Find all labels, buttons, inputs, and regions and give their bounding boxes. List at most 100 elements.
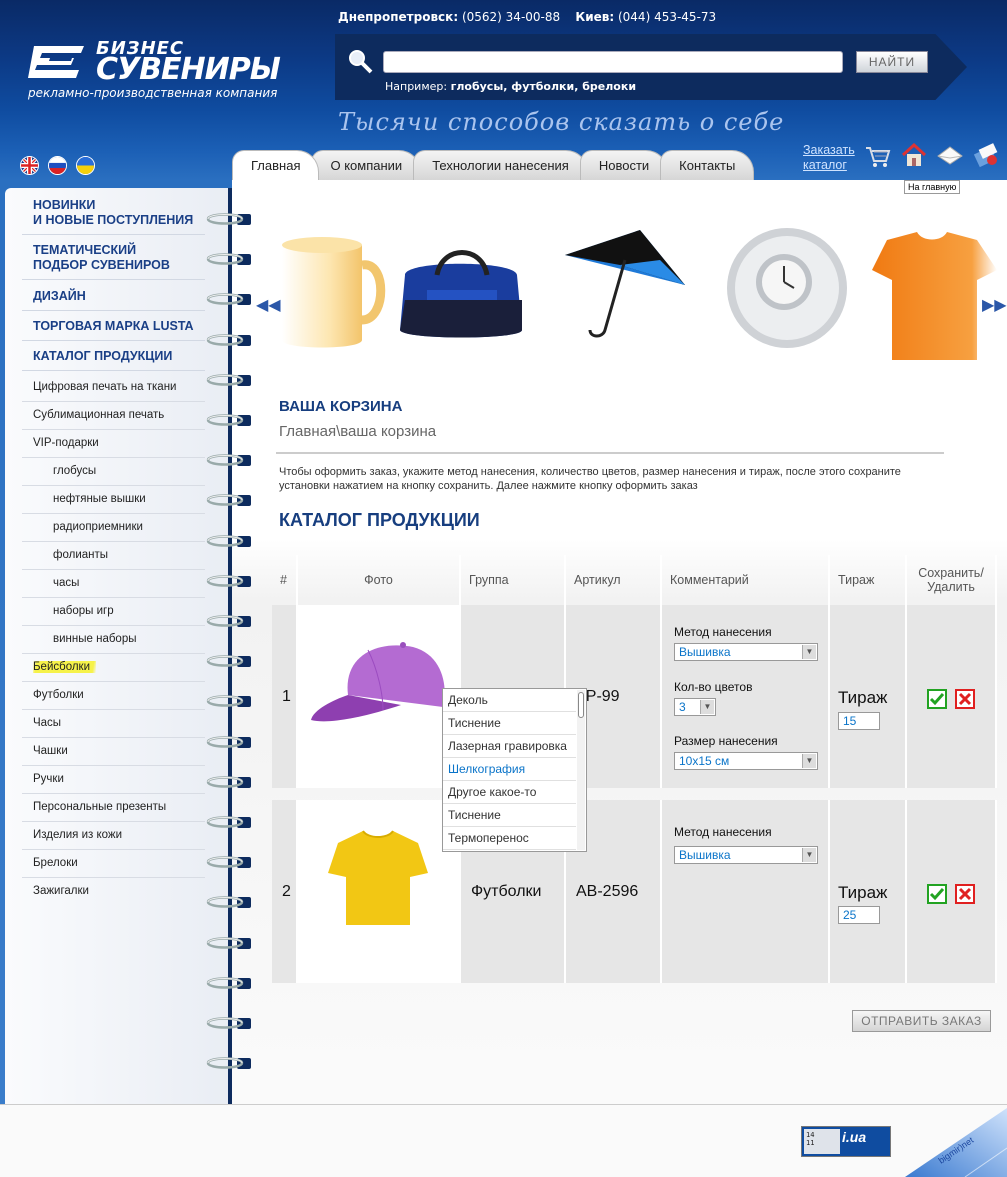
- sidebar-item-new[interactable]: НОВИНКИ И НОВЫЕ ПОСТУПЛЕНИЯ: [22, 198, 205, 235]
- send-order-button[interactable]: ОТПРАВИТЬ ЗАКАЗ: [852, 1010, 991, 1032]
- chevron-down-icon[interactable]: ▼: [700, 700, 714, 714]
- chevron-down-icon[interactable]: ▼: [802, 848, 816, 862]
- product-carousel: ◀◀ ▶▶: [232, 200, 1007, 370]
- sidebar-item-folios[interactable]: фолианты: [22, 542, 205, 570]
- row-actions: [907, 605, 997, 788]
- sidebar-item-lighters[interactable]: Зажигалки: [22, 878, 205, 906]
- sidebar-item-keychains[interactable]: Брелоки: [22, 850, 205, 878]
- sidebar-item-label: Персональные презенты: [33, 801, 167, 813]
- sidebar-item-radios[interactable]: радиоприемники: [22, 514, 205, 542]
- sidebar-item-sublimation[interactable]: Сублимационная печать: [22, 402, 205, 430]
- order-instructions: Чтобы оформить заказ, укажите метод нане…: [279, 466, 901, 492]
- dropdown-option-highlighted[interactable]: Шелкография: [443, 758, 576, 781]
- magnifier-icon[interactable]: [347, 48, 373, 74]
- sidebar-item-label: нефтяные вышки: [53, 493, 146, 505]
- sidebar-item-cups[interactable]: Чашки: [22, 738, 205, 766]
- sidebar-item-digital-print[interactable]: Цифровая печать на ткани: [22, 374, 205, 402]
- size-select[interactable]: 10x15 см ▼: [674, 752, 818, 770]
- sidebar-item-design[interactable]: ДИЗАЙН: [22, 289, 205, 311]
- mail-icon[interactable]: [936, 140, 964, 170]
- chevron-down-icon[interactable]: ▼: [802, 754, 816, 768]
- spiral-ring-icon: [206, 816, 251, 828]
- spiral-ring-icon: [206, 735, 251, 748]
- sidebar-item-thematic[interactable]: ТЕМАТИЧЕСКИЙ ПОДБОР СУВЕНИРОВ: [22, 243, 205, 280]
- dropdown-scroll-thumb[interactable]: [578, 692, 584, 718]
- spiral-ring-icon: [206, 977, 251, 989]
- sidebar-item-label: Бейсболки: [33, 661, 97, 673]
- tirazh-input[interactable]: 15: [838, 712, 880, 730]
- sidebar-item-pens[interactable]: Ручки: [22, 766, 205, 794]
- sidebar-item-label: радиоприемники: [53, 521, 143, 533]
- row-comment: Метод нанесения Вышивка ▼: [662, 800, 830, 983]
- dropdown-option[interactable]: Тиснение: [443, 712, 576, 735]
- method-dropdown-list[interactable]: Деколь Тиснение Лазерная гравировка Шелк…: [442, 688, 587, 852]
- tab-news[interactable]: Новости: [579, 150, 669, 180]
- save-check-icon[interactable]: [927, 689, 947, 709]
- cart-icon[interactable]: [864, 140, 892, 170]
- method-select[interactable]: Вышивка ▼: [674, 643, 818, 661]
- sport-bag-image: [400, 250, 522, 338]
- iua-counter[interactable]: 14 11 i.ua: [801, 1126, 891, 1157]
- sidebar-item-vip[interactable]: VIP-подарки: [22, 430, 205, 458]
- spiral-ring-icon: [206, 575, 251, 587]
- flag-en-icon[interactable]: [20, 156, 39, 175]
- sidebar-item-tshirts[interactable]: Футболки: [22, 682, 205, 710]
- save-check-icon[interactable]: [927, 884, 947, 904]
- sidebar-item-label: Брелоки: [33, 857, 78, 869]
- table-header: # Фото Группа Артикул Комментарий Тираж …: [272, 555, 997, 605]
- order-catalog-link[interactable]: Заказать каталог: [803, 143, 855, 173]
- sidebar-item-lusta[interactable]: ТОРГОВАЯ МАРКА LUSTA: [22, 319, 205, 341]
- tirazh-input[interactable]: 25: [838, 906, 880, 924]
- tab-technologies[interactable]: Технологии нанесения: [413, 150, 588, 180]
- row-tirazh: Тираж 15: [830, 605, 907, 788]
- flag-ru-icon[interactable]: [48, 156, 67, 175]
- chevron-down-icon[interactable]: ▼: [802, 645, 816, 659]
- sidebar-item-label: винные наборы: [53, 633, 137, 645]
- sidebar-item-personal[interactable]: Персональные презенты: [22, 794, 205, 822]
- basket-title: ВАША КОРЗИНА: [279, 398, 403, 415]
- dropdown-option[interactable]: Лазерная гравировка: [443, 735, 576, 758]
- order-catalog-line2: каталог: [803, 158, 847, 172]
- cap-image: [311, 642, 445, 722]
- tab-main[interactable]: Главная: [232, 150, 320, 180]
- method-select[interactable]: Вышивка ▼: [674, 846, 818, 864]
- colors-select[interactable]: 3 ▼: [674, 698, 716, 716]
- method-value: Вышивка: [679, 848, 731, 862]
- tab-contacts[interactable]: Контакты: [660, 150, 755, 180]
- logo[interactable]: БИЗНЕС СУВЕНИРЫ рекламно-производственна…: [28, 38, 318, 108]
- bigmir-corner-icon[interactable]: bigmir)net: [905, 1108, 1007, 1177]
- sidebar-item-watches[interactable]: часы: [22, 570, 205, 598]
- table-row: 2 Футболки AB-2596 Метод нанесения Вышив…: [272, 800, 997, 983]
- dropdown-option[interactable]: Деколь: [443, 689, 576, 712]
- delete-x-icon[interactable]: [955, 689, 975, 709]
- col-tirazh: Тираж: [830, 555, 907, 605]
- tab-about[interactable]: О компании: [311, 150, 422, 180]
- tirazh-label: Тираж: [838, 883, 888, 902]
- flag-ua-icon[interactable]: [76, 156, 95, 175]
- home-icon[interactable]: [900, 140, 928, 170]
- row-actions: [907, 800, 997, 983]
- row-photo: [298, 800, 461, 983]
- search-hint-examples[interactable]: глобусы, футболки, брелоки: [451, 80, 636, 93]
- header-icons: [864, 140, 1000, 170]
- sidebar-item-label: Сублимационная печать: [33, 409, 165, 421]
- dropdown-option[interactable]: Тиснение: [443, 804, 576, 827]
- sidebar-item-wine-sets[interactable]: винные наборы: [22, 626, 205, 654]
- city-dnepr: Днепропетровск:: [338, 10, 459, 24]
- sidebar-item-globes[interactable]: глобусы: [22, 458, 205, 486]
- sitemap-icon[interactable]: [972, 140, 1000, 170]
- sidebar-item-caps[interactable]: Бейсболки: [22, 654, 205, 682]
- breadcrumb[interactable]: Главная\ваша корзина: [279, 423, 436, 440]
- sidebar-item-game-sets[interactable]: наборы игр: [22, 598, 205, 626]
- search-input[interactable]: [383, 51, 843, 73]
- sidebar-item-catalog[interactable]: КАТАЛОГ ПРОДУКЦИИ: [22, 349, 205, 371]
- dropdown-option[interactable]: Другое какое-то: [443, 781, 576, 804]
- search-button[interactable]: НАЙТИ: [856, 51, 928, 73]
- col-photo: Фото: [298, 555, 461, 605]
- dropdown-option[interactable]: Термоперенос: [443, 827, 576, 850]
- sidebar-item-oil-rigs[interactable]: нефтяные вышки: [22, 486, 205, 514]
- sidebar-item-clocks[interactable]: Часы: [22, 710, 205, 738]
- delete-x-icon[interactable]: [955, 884, 975, 904]
- sidebar-item-leather[interactable]: Изделия из кожи: [22, 822, 205, 850]
- sidebar-item-label: наборы игр: [53, 605, 114, 617]
